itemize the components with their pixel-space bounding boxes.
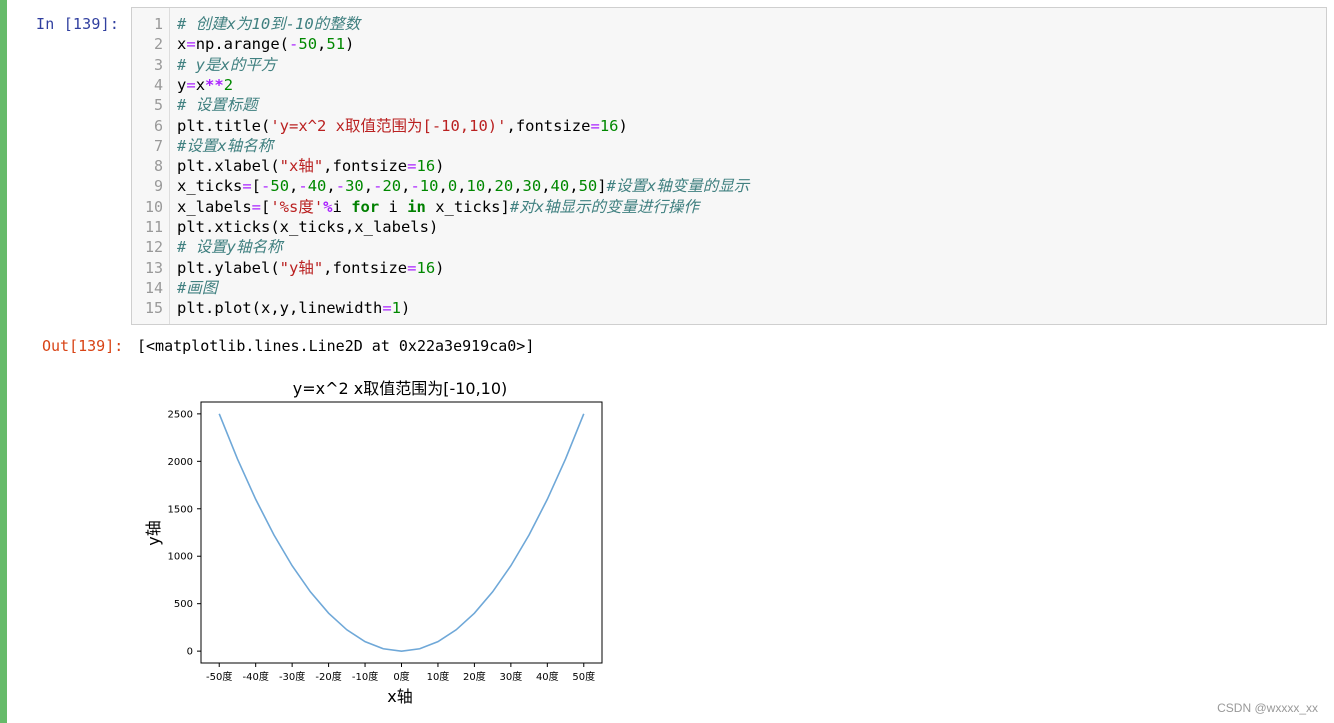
line-number: 1 <box>153 15 163 33</box>
cell-selection-bar <box>0 0 7 723</box>
x-tick-label: 30度 <box>499 670 522 683</box>
y-tick-label: 2000 <box>168 457 193 468</box>
line-number: 13 <box>144 258 163 277</box>
code-line: #画图 <box>177 278 218 297</box>
code-line: # 创建x为10到-10的整数 <box>177 15 361 33</box>
code-editor[interactable]: 1 2 3 4 5 6 7 8 9 10 11 12 13 14 15 # 创建x为10到-10的整数 x=n… <box>131 7 1327 325</box>
code-line: x_ticks=[-50,-40,-30,-20,-10,0,10,20,30,… <box>177 177 750 196</box>
y-tick-label: 2500 <box>168 409 193 420</box>
x-ticks: -50度 -40度 -30度 -20度 -10度 0度 10度 20度 30度 40度 50度 <box>206 663 595 683</box>
line-number: 10 <box>144 197 163 216</box>
code-line: y=x**2 <box>177 75 234 94</box>
y-tick-label: 1000 <box>168 552 193 563</box>
x-tick-label: -20度 <box>315 670 341 683</box>
line-number-gutter: 1 2 3 4 5 6 7 8 9 10 11 12 13 14 15 <box>132 8 170 324</box>
output-prompt: Out[139]: <box>42 337 124 355</box>
code-line: # 设置y轴名称 <box>177 238 283 257</box>
csdn-watermark: CSDN @wxxxx_xx <box>1217 701 1318 715</box>
x-tick-label: 20度 <box>463 670 486 683</box>
y-tick-label: 1500 <box>168 504 193 515</box>
chart-title: y=x^2 x取值范围为[-10,10) <box>293 379 508 398</box>
code-line: plt.plot(x,y,linewidth=1) <box>177 299 411 318</box>
code-line: # y是x的平方 <box>177 55 277 74</box>
x-tick-label: 40度 <box>536 670 559 683</box>
y-ticks: 0 500 1000 1500 2000 2500 <box>168 409 201 658</box>
y-axis-label: y轴 <box>144 520 163 545</box>
line-number: 9 <box>153 177 163 196</box>
x-tick-label: 10度 <box>427 670 450 683</box>
code-line: # 设置标题 <box>177 96 258 115</box>
input-prompt: In [139]: <box>36 15 120 33</box>
code-line: x=np.arange(-50,51) <box>177 35 355 54</box>
y-tick-label: 0 <box>187 647 193 658</box>
y-tick-label: 500 <box>174 599 193 610</box>
line-number: 7 <box>153 136 163 155</box>
line-number: 8 <box>153 157 163 176</box>
output-text: [<matplotlib.lines.Line2D at 0x22a3e919c… <box>137 337 535 355</box>
x-tick-label: -10度 <box>352 670 378 683</box>
line-number: 3 <box>153 55 163 74</box>
code-line: plt.xlabel("x轴",fontsize=16) <box>177 157 445 176</box>
code-line: #设置x轴名称 <box>177 136 274 155</box>
line-chart: y=x^2 x取值范围为[-10,10) x轴 y轴 -50度 -40度 -30度 -… <box>144 379 603 706</box>
code-line: x_labels=['%s度'%i for i in x_ticks]#对x轴显… <box>177 197 700 216</box>
x-tick-label: -50度 <box>206 670 232 683</box>
line-number: 5 <box>153 96 163 115</box>
line-number: 2 <box>153 35 163 54</box>
x-tick-label: 50度 <box>572 670 595 683</box>
x-tick-label: -30度 <box>279 670 305 683</box>
line-number: 12 <box>144 238 163 257</box>
line-number: 11 <box>144 218 163 236</box>
line-number: 4 <box>153 75 163 94</box>
x-tick-label: 0度 <box>393 670 409 683</box>
line-number: 14 <box>144 278 163 297</box>
line-number: 15 <box>144 299 163 318</box>
x-axis-label: x轴 <box>387 687 412 706</box>
line-number: 6 <box>153 116 163 135</box>
plot-area <box>200 401 603 664</box>
code-line: plt.ylabel("y轴",fontsize=16) <box>177 258 445 277</box>
code-line: plt.title('y=x^2 x取值范围为[-10,10)',fontsiz… <box>177 116 628 135</box>
x-tick-label: -40度 <box>243 670 269 683</box>
code-line: plt.xticks(x_ticks,x_labels) <box>177 218 439 236</box>
